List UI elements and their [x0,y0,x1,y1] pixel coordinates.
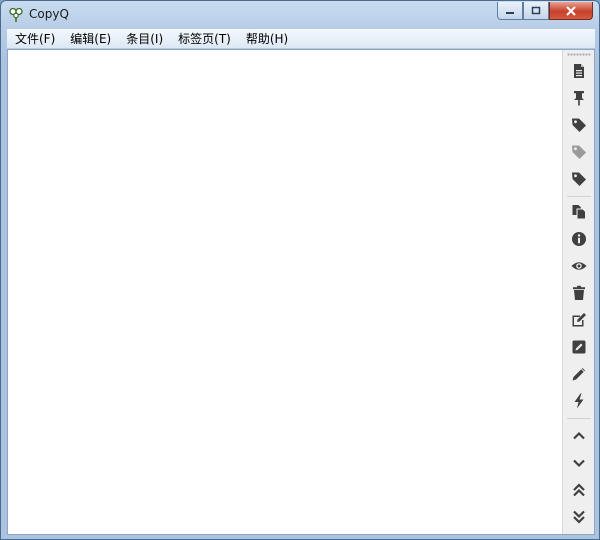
close-button[interactable] [549,2,593,20]
window-title: CopyQ [29,7,69,21]
bolt-icon [574,393,584,409]
new-item-button[interactable] [569,61,589,81]
edit-icon [572,340,586,354]
tag-icon [572,172,586,186]
copy-icon [572,205,586,220]
pin-button[interactable] [569,88,589,108]
minimize-button[interactable] [497,2,523,20]
copyq-logo-icon [9,7,23,22]
menu-edit[interactable]: 编辑(E) [62,29,118,49]
double-chevron-up-icon [573,483,585,497]
edit-button[interactable] [569,337,589,357]
window-controls [497,2,593,20]
edit-external-icon [572,313,586,327]
minimize-icon [506,11,514,14]
preview-button[interactable] [569,256,589,276]
remove-tag-button[interactable] [569,169,589,189]
trash-icon [573,285,585,300]
move-down-button[interactable] [569,453,589,473]
toolbar-separator [567,196,591,197]
move-up-button[interactable] [569,426,589,446]
double-chevron-down-icon [573,510,585,524]
menu-help[interactable]: 帮助(H) [238,29,295,49]
show-info-button[interactable] [569,229,589,249]
app-window: CopyQ 文件(F) 编辑(E) 条目(I) 标签页(T) 帮助(H) [0,0,600,540]
move-to-bottom-button[interactable] [569,507,589,527]
menu-file[interactable]: 文件(F) [7,29,62,49]
pencil-icon [572,368,585,381]
move-to-top-button[interactable] [569,480,589,500]
menu-item[interactable]: 条目(I) [118,29,170,49]
menu-tabs[interactable]: 标签页(T) [170,29,238,49]
main-area [7,49,595,535]
tag-icon [572,118,586,132]
tag-button[interactable] [569,115,589,135]
toolbar-grip-handle[interactable] [567,53,591,56]
pin-icon [574,91,584,106]
maximize-icon [531,6,541,14]
delete-button[interactable] [569,283,589,303]
edit-notes-button[interactable] [569,364,589,384]
eye-icon [571,262,587,270]
edit-external-button[interactable] [569,310,589,330]
action-button[interactable] [569,391,589,411]
item-toolbar [564,50,594,534]
close-icon [566,5,576,16]
copy-button[interactable] [569,202,589,222]
clipboard-item-list[interactable] [8,50,563,534]
tag-disabled-button[interactable] [569,142,589,162]
menu-bar: 文件(F) 编辑(E) 条目(I) 标签页(T) 帮助(H) [7,29,595,49]
chevron-up-icon [573,431,585,440]
tag-outline-icon [572,145,586,159]
file-icon [574,64,584,78]
chevron-down-icon [573,459,585,468]
title-bar[interactable]: CopyQ [1,1,599,29]
maximize-button[interactable] [523,2,549,20]
toolbar-separator [567,418,591,419]
info-icon [572,232,586,246]
